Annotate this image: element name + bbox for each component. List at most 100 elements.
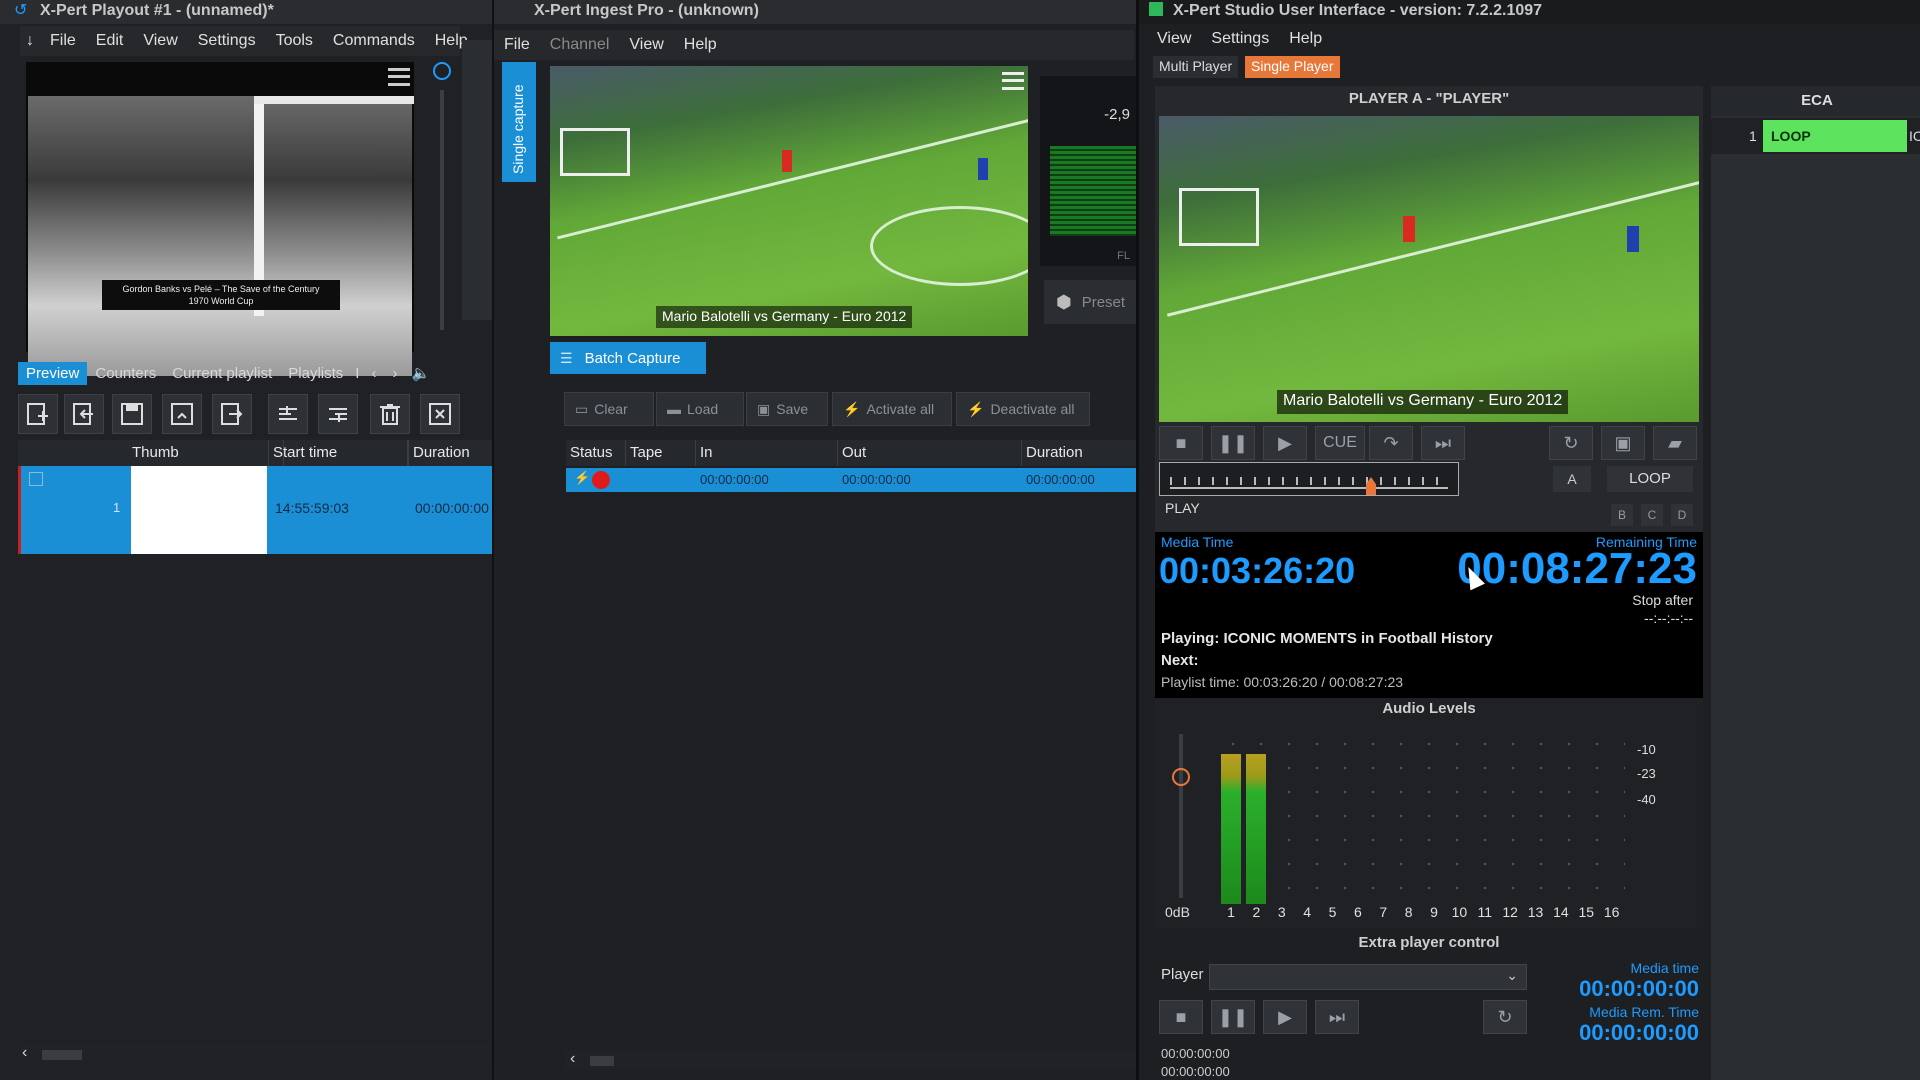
eca-row-index: 1 [1749,128,1757,144]
menu-channel[interactable]: Channel [540,36,620,54]
save-playlist-button[interactable]: ▣ [1601,426,1645,460]
volume-fader-track[interactable] [1179,734,1183,898]
player-video[interactable]: Mario Balotelli vs Germany - Euro 2012 [1159,116,1699,422]
col-duration[interactable]: Duration [408,440,498,466]
eca-row[interactable]: 1 LOOP IC [1711,118,1920,154]
preview-menu-icon[interactable] [388,68,410,86]
player-select[interactable]: ⌄ [1209,964,1527,990]
play-button[interactable]: ▶ [1263,426,1307,460]
tab-current-playlist[interactable]: Current playlist [164,362,280,385]
table-row[interactable]: 1 14:55:59:03 00:00:00:00 [18,466,492,554]
scroll-thumb[interactable] [42,1050,82,1060]
extra-pause-button[interactable]: ❚❚ [1211,1000,1255,1034]
tab-multi-player[interactable]: Multi Player [1153,56,1239,78]
playout-preview-video[interactable]: Gordon Banks vs Pelé – The Save of the C… [26,62,414,376]
jump-button[interactable]: ↷ [1369,426,1413,460]
channel-d-button[interactable]: D [1671,504,1693,526]
menu-help[interactable]: Help [1279,30,1332,48]
export-item-button[interactable] [212,394,252,434]
tab-preview[interactable]: Preview [18,361,88,385]
extra-rem-label: Media Rem. Time [1589,1004,1699,1020]
scroll-left-icon[interactable]: ‹ [570,1050,575,1068]
move-up-icon[interactable] [268,394,308,434]
extra-rem-time: 00:00:00:00 [1579,1020,1699,1045]
remove-item-icon[interactable] [420,394,460,434]
record-icon[interactable] [592,471,610,489]
preset-button[interactable]: ⬢ Preset [1044,280,1138,324]
volume-fader-knob[interactable] [1172,768,1190,786]
ingest-video[interactable]: Mario Balotelli vs Germany - Euro 2012 [550,66,1028,336]
eca-row-extra: IC [1909,128,1920,144]
open-folder-button[interactable]: ▰ [1653,426,1697,460]
extra-play-button[interactable]: ▶ [1263,1000,1307,1034]
speaker-icon[interactable]: 🔈 [405,364,436,382]
preview-volume-slider[interactable] [440,90,444,330]
menu-view[interactable]: View [619,36,673,54]
pin-icon[interactable]: ↓ [20,32,40,50]
channel-b-button[interactable]: B [1611,504,1633,526]
menu-file[interactable]: File [494,36,540,54]
menu-help[interactable]: Help [674,36,727,54]
batch-capture-label: Batch Capture [584,349,681,367]
list-icon: ☰ [560,349,573,366]
menu-view[interactable]: View [1147,30,1201,48]
save-as-icon[interactable] [162,394,202,434]
cue-button[interactable]: CUE [1315,426,1365,460]
loop-button[interactable]: LOOP [1607,466,1693,492]
scroll-thumb[interactable] [590,1056,614,1066]
channel-a-button[interactable]: A [1553,466,1591,492]
col-duration[interactable]: Duration [1022,440,1136,466]
menu-settings[interactable]: Settings [1201,30,1279,48]
stop-after-label: Stop after [1632,592,1693,608]
load-button[interactable]: ▬ Load [656,392,744,426]
clear-button[interactable]: ▭ Clear [564,392,654,426]
save-icon[interactable] [112,394,152,434]
col-start-time[interactable]: Start time [268,440,408,466]
table-row[interactable]: ⚡ 00:00:00:00 00:00:00:00 00:00:00:00 [566,468,1136,492]
menu-tools[interactable]: Tools [266,32,323,50]
menu-settings[interactable]: Settings [188,32,266,50]
menu-view[interactable]: View [133,32,187,50]
col-in[interactable]: In [696,440,838,466]
pause-button[interactable]: ❚❚ [1211,426,1255,460]
batch-hscrollbar[interactable]: ‹ [566,1050,1136,1070]
extra-next-button[interactable]: ⏭ [1315,1000,1359,1034]
delete-icon[interactable] [370,394,410,434]
menu-edit[interactable]: Edit [86,32,134,50]
position-slider[interactable] [1159,462,1459,496]
activate-all-button[interactable]: ⚡ Activate all [832,392,952,426]
col-thumb[interactable]: Thumb [128,440,284,466]
menu-commands[interactable]: Commands [323,32,425,50]
stop-button[interactable]: ■ [1159,426,1203,460]
channel-c-button[interactable]: C [1641,504,1663,526]
extra-loop-button[interactable]: ↻ [1483,1000,1527,1034]
chevron-right-icon[interactable]: › [384,365,405,382]
next-button[interactable]: ⏭ [1421,426,1465,460]
channel-label: 16 [1603,904,1620,920]
chevron-down-icon: ⌄ [1506,967,1518,983]
col-tape[interactable]: Tape [626,440,696,466]
import-item-button[interactable] [64,394,104,434]
loop-toggle-button[interactable]: ↻ [1549,426,1593,460]
cube-icon: ⬢ [1056,291,1072,312]
move-down-icon[interactable] [318,394,358,434]
tab-overflow[interactable]: I [351,362,363,385]
row-out: 00:00:00:00 [842,472,911,487]
tab-single-capture[interactable]: Single capture [502,62,536,182]
insert-item-button[interactable] [18,394,58,434]
tab-batch-capture[interactable]: ☰ Batch Capture [550,342,706,374]
tab-counters[interactable]: Counters [87,362,164,385]
col-status[interactable]: Status [566,440,626,466]
tab-single-player[interactable]: Single Player [1245,56,1340,78]
col-out[interactable]: Out [838,440,1022,466]
extra-stop-button[interactable]: ■ [1159,1000,1203,1034]
deactivate-all-button[interactable]: ⚡ Deactivate all [956,392,1090,426]
menu-file[interactable]: File [40,32,86,50]
slider-knob[interactable] [433,62,451,80]
tab-playlists[interactable]: Playlists [280,362,351,385]
save-button[interactable]: ▣ Save [746,392,828,426]
playout-hscrollbar[interactable]: ‹ [18,1044,492,1064]
scroll-left-icon[interactable]: ‹ [22,1044,27,1062]
video-menu-icon[interactable] [1002,72,1024,90]
chevron-left-icon[interactable]: ‹ [363,365,384,382]
